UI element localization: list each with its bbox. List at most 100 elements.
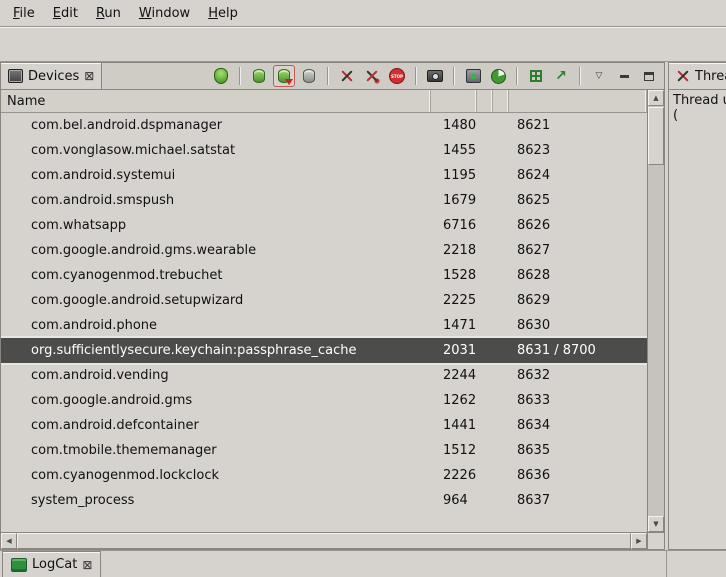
dump-hprof-icon[interactable] xyxy=(273,65,295,87)
process-pid: 1480 xyxy=(431,118,477,133)
scroll-down-icon[interactable]: ▼ xyxy=(648,516,664,532)
process-port: 8634 xyxy=(509,418,647,433)
system-info-icon[interactable] xyxy=(487,65,509,87)
menu-edit[interactable]: Edit xyxy=(44,2,87,25)
process-name: com.google.android.gms xyxy=(1,393,431,408)
menu-bar: FileEditRunWindowHelp xyxy=(0,0,726,26)
process-name: com.google.android.gms.wearable xyxy=(1,243,431,258)
scroll-left-icon[interactable]: ◀ xyxy=(1,533,17,549)
process-name: com.cyanogenmod.lockclock xyxy=(1,468,431,483)
horizontal-scrollbar[interactable]: ◀ ▶ xyxy=(1,532,647,549)
process-row[interactable]: com.android.vending224408632 xyxy=(1,363,647,388)
screen-capture-icon[interactable] xyxy=(424,65,446,87)
threads-message: Thread up ( xyxy=(669,90,726,549)
menu-help[interactable]: Help xyxy=(199,2,247,25)
minimize-icon[interactable] xyxy=(613,65,635,87)
process-row[interactable]: com.whatsapp67168626 xyxy=(1,213,647,238)
tree-view-icon[interactable] xyxy=(525,65,547,87)
vertical-scroll-thumb[interactable] xyxy=(648,107,664,165)
process-row[interactable]: com.android.phone14718630 xyxy=(1,313,647,338)
process-row[interactable]: com.android.smspush1679 8625 xyxy=(1,188,647,213)
debug-icon[interactable] xyxy=(210,65,232,87)
horizontal-scroll-thumb[interactable] xyxy=(17,533,631,549)
column-header-name[interactable]: Name xyxy=(1,90,431,112)
device-icon xyxy=(8,69,23,83)
process-port: 8623 xyxy=(509,143,647,158)
process-port: 8624 xyxy=(509,168,647,183)
chart-arrow-icon[interactable]: ↗ xyxy=(550,65,572,87)
process-row[interactable]: com.google.android.gms.wearable221858627 xyxy=(1,238,647,263)
process-row[interactable]: com.vonglasow.michael.satstat14553 8623 xyxy=(1,138,647,163)
process-name: com.android.smspush xyxy=(1,193,431,208)
process-port: 8633 xyxy=(509,393,647,408)
process-row[interactable]: com.android.systemui11958624 xyxy=(1,163,647,188)
view-menu-icon[interactable]: ▽ xyxy=(588,65,610,87)
process-row[interactable]: com.google.android.gms126238633 xyxy=(1,388,647,413)
update-heap-icon[interactable] xyxy=(248,65,270,87)
menu-window[interactable]: Window xyxy=(130,2,199,25)
process-name: com.tmobile.thememanager xyxy=(1,443,431,458)
process-port: 8636 xyxy=(509,468,647,483)
close-icon[interactable]: ⊠ xyxy=(82,559,92,571)
process-name: system_process xyxy=(1,493,431,508)
logcat-tabbar: LogCat ⊠ xyxy=(0,550,726,577)
stop-process-icon[interactable] xyxy=(386,65,408,87)
process-pid: 22250 xyxy=(431,293,477,308)
process-row[interactable]: org.sufficientlysecure.keychain:passphra… xyxy=(1,338,647,363)
process-port: 8621 xyxy=(509,118,647,133)
process-row[interactable]: system_process964 8637 xyxy=(1,488,647,513)
table-header: Name xyxy=(1,90,647,113)
scroll-up-icon[interactable]: ▲ xyxy=(648,90,664,106)
process-pid: 20311 xyxy=(431,343,477,358)
process-row[interactable]: com.android.defcontainer144118634 xyxy=(1,413,647,438)
threads-message-line1: Thread up xyxy=(673,93,722,108)
process-port: 8631 / 8700 xyxy=(509,343,647,358)
column-header-2[interactable] xyxy=(477,90,493,112)
process-name: com.android.vending xyxy=(1,368,431,383)
menu-file[interactable]: File xyxy=(4,2,44,25)
menu-run[interactable]: Run xyxy=(87,2,130,25)
process-name: com.bel.android.dspmanager xyxy=(1,118,431,133)
tab-devices[interactable]: Devices ⊠ xyxy=(1,63,102,89)
process-name: com.vonglasow.michael.satstat xyxy=(1,143,431,158)
column-header-1[interactable] xyxy=(431,90,477,112)
process-row[interactable]: com.cyanogenmod.trebuchet15288628 xyxy=(1,263,647,288)
ddms-window: FileEditRunWindowHelp Devices ⊠ ↗▽ Name … xyxy=(0,0,726,577)
process-pid: 1679 xyxy=(431,193,477,208)
process-row[interactable]: com.bel.android.dspmanager1480 8621 xyxy=(1,113,647,138)
threads-tabbar: Threads xyxy=(669,63,726,90)
toolbar-separator xyxy=(516,67,518,85)
column-header-4[interactable] xyxy=(509,90,647,112)
process-pid: 14553 xyxy=(431,143,477,158)
close-icon[interactable]: ⊠ xyxy=(84,70,94,82)
threads-panel: Threads Thread up ( xyxy=(668,62,726,550)
process-pid: 964 xyxy=(431,493,477,508)
process-port: 8632 xyxy=(509,368,647,383)
process-port: 8625 xyxy=(509,193,647,208)
process-name: com.whatsapp xyxy=(1,218,431,233)
process-port: 8637 xyxy=(509,493,647,508)
stop-method-profiling-icon[interactable] xyxy=(361,65,383,87)
process-name: com.android.phone xyxy=(1,318,431,333)
tab-logcat[interactable]: LogCat ⊠ xyxy=(2,551,101,577)
tab-threads[interactable]: Threads xyxy=(669,63,726,89)
toolbar-separator xyxy=(239,67,241,85)
vertical-scrollbar[interactable]: ▲ ▼ xyxy=(647,90,664,532)
process-port: 8627 xyxy=(509,243,647,258)
process-row[interactable]: com.tmobile.thememanager15128635 xyxy=(1,438,647,463)
process-name: com.android.defcontainer xyxy=(1,418,431,433)
cause-gc-icon[interactable] xyxy=(298,65,320,87)
toolbar-separator xyxy=(579,67,581,85)
tab-devices-label: Devices xyxy=(28,69,79,84)
process-port: 8628 xyxy=(509,268,647,283)
process-pid: 1512 xyxy=(431,443,477,458)
process-row[interactable]: com.google.android.setupwizard222508629 xyxy=(1,288,647,313)
panel-splitter xyxy=(666,551,667,577)
update-threads-icon[interactable] xyxy=(336,65,358,87)
process-port: 8626 xyxy=(509,218,647,233)
process-row[interactable]: com.cyanogenmod.lockclock222658636 xyxy=(1,463,647,488)
scroll-right-icon[interactable]: ▶ xyxy=(631,533,647,549)
screen-record-icon[interactable] xyxy=(462,65,484,87)
column-header-3[interactable] xyxy=(493,90,509,112)
maximize-icon[interactable] xyxy=(638,65,660,87)
